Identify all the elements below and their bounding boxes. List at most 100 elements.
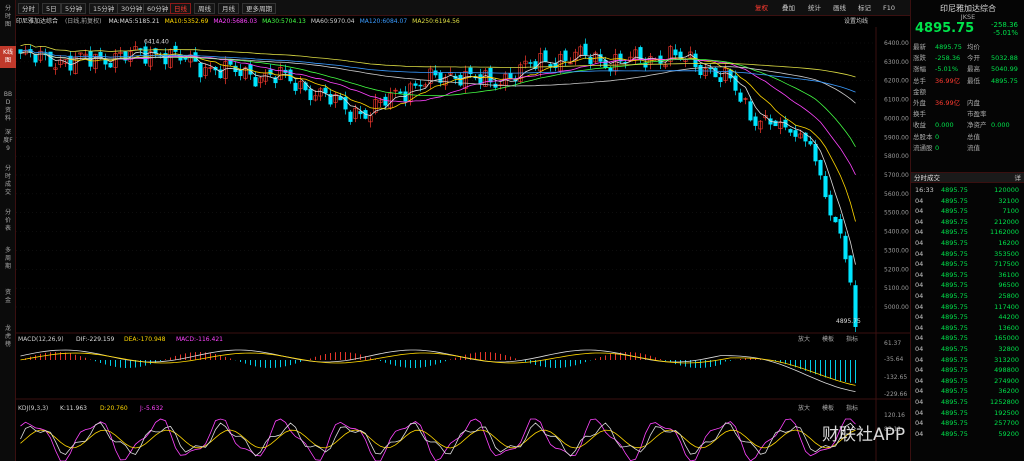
toolbar-button[interactable]: 5日 xyxy=(42,3,61,14)
ma-label: MA250:6194.56 xyxy=(412,18,460,25)
toolbar-button[interactable]: 周线 xyxy=(194,3,215,14)
macd-axis-label: -132.65 xyxy=(884,374,907,381)
trade-row: 04 4895.75 13600 xyxy=(911,323,1024,334)
chart-subtitle: (日线,前复权) xyxy=(64,18,102,25)
price-axis-label: 6400.00 xyxy=(884,40,909,47)
toolbar-button[interactable]: 60分钟 xyxy=(143,3,173,14)
candle-body xyxy=(173,45,178,52)
chart-svg[interactable]: 6400.00 6300.00 6200.00 6100.00 6000.00 5900.… xyxy=(16,27,910,461)
candle-body xyxy=(838,219,843,234)
trade-price: 4895.75 xyxy=(941,408,968,417)
trade-list[interactable]: 16:33 4895.75 120000 04 4895.75 32100 04 4895.7… xyxy=(911,185,1024,461)
toolbar-right-button[interactable]: 统计 xyxy=(808,3,821,14)
trade-volume: 717500 xyxy=(994,260,1019,269)
trade-price: 4895.75 xyxy=(941,249,968,258)
trade-row: 04 4895.75 32800 xyxy=(911,344,1024,355)
kdj-label: K:11.963 xyxy=(60,405,87,412)
sidebar-item[interactable]: 分时成交 xyxy=(0,162,16,196)
kdj-panel-button: 放大 xyxy=(798,404,810,412)
quote-label: 最低 xyxy=(967,76,980,85)
trade-time: 04 xyxy=(915,323,924,332)
trade-row: 04 4895.75 36200 xyxy=(911,386,1024,397)
sidebar-item[interactable]: 资金 xyxy=(0,286,16,304)
sidebar-item[interactable]: 分价表 xyxy=(0,206,16,232)
candle-body xyxy=(418,84,423,87)
toolbar-button[interactable]: 5分钟 xyxy=(61,3,87,14)
trade-volume: 13600 xyxy=(998,323,1019,332)
candle-body xyxy=(488,67,493,83)
candle-body xyxy=(308,88,313,101)
ma-settings-button[interactable]: 设置均线 xyxy=(844,17,868,27)
quote-value: -5.01% xyxy=(935,65,958,74)
candle-body xyxy=(828,194,833,216)
left-sidebar: 分时图 K线图 BBD资料深度F9 分时成交分价表多周期资金龙虎榜 xyxy=(0,0,16,461)
candle-body xyxy=(748,101,753,121)
candle-body xyxy=(108,62,113,68)
trade-volume: 498800 xyxy=(994,366,1019,375)
candle-body xyxy=(433,70,438,76)
last-price-label: 4895.75 xyxy=(836,318,861,325)
trade-row: 04 4895.75 717500 xyxy=(911,259,1024,270)
trade-time: 04 xyxy=(915,376,924,385)
ma-label-list: MA:MA5:5185.21 MA10:5352.69 MA20:5686.03 MA… xyxy=(108,18,464,25)
quote-row: 金额 xyxy=(913,87,1023,98)
trade-row: 04 4895.75 44200 xyxy=(911,312,1024,323)
macd-panel-button: 放大 xyxy=(798,335,810,343)
sidebar-item[interactable]: BBD资料 xyxy=(0,88,16,122)
trade-volume: 353500 xyxy=(994,249,1019,258)
trade-volume: 313200 xyxy=(994,355,1019,364)
quote-panel: 印尼雅加达综合 JKSE 4895.75 -258.36 -5.01% 最新 489… xyxy=(910,0,1024,461)
quote-label: 总股本 xyxy=(913,132,933,141)
trade-price: 4895.75 xyxy=(941,217,968,226)
sidebar-item[interactable]: 多周期 xyxy=(0,244,16,272)
trade-row: 04 4895.75 192500 xyxy=(911,408,1024,419)
sidebar-item[interactable]: 龙虎榜 xyxy=(0,322,16,352)
kdj-axis-label: 120.16 xyxy=(884,412,905,419)
trade-price: 4895.75 xyxy=(941,313,968,322)
price-axis-label: 5600.00 xyxy=(884,191,909,198)
toolbar-right-button[interactable]: 画线 xyxy=(833,3,846,14)
trade-row: 04 4895.75 165000 xyxy=(911,333,1024,344)
chart-title: 印尼雅加达综合 xyxy=(16,18,59,25)
toolbar-button[interactable]: 15分钟 xyxy=(89,3,119,14)
trade-detail-button[interactable]: 详 xyxy=(1015,173,1022,183)
panel-change: -258.36 -5.01% xyxy=(991,21,1018,37)
sidebar-item[interactable]: 深度F9 xyxy=(0,126,16,152)
trade-row: 04 4895.75 32100 xyxy=(911,196,1024,207)
quote-label: 今开 xyxy=(967,54,980,63)
macd-panel-button: 模板 xyxy=(822,335,834,343)
trade-time: 04 xyxy=(915,429,924,438)
trade-row: 04 4895.75 212000 xyxy=(911,217,1024,228)
candle-body xyxy=(508,73,513,79)
trade-time: 04 xyxy=(915,196,924,205)
candle-body xyxy=(843,235,848,260)
sidebar-item[interactable]: 分时图 xyxy=(0,2,16,30)
toolbar-button[interactable]: 分时 xyxy=(18,3,39,14)
candle-body xyxy=(293,82,298,91)
trade-row: 04 4895.75 7100 xyxy=(911,206,1024,217)
quote-value: 0 xyxy=(935,143,940,152)
toolbar-right-button[interactable]: 叠加 xyxy=(782,3,795,14)
toolbar-right-button[interactable]: F10 xyxy=(883,3,895,14)
candle-body xyxy=(563,50,568,61)
quote-row: 最新 4895.75 均价 xyxy=(913,42,1023,53)
trade-row: 04 4895.75 257700 xyxy=(911,418,1024,429)
quote-value: 5040.99 xyxy=(991,65,1018,74)
candle-body xyxy=(398,91,403,94)
trade-volume: 59200 xyxy=(998,429,1019,438)
toolbar-right-button[interactable]: 标记 xyxy=(858,3,871,14)
quote-value: 4895.75 xyxy=(991,76,1018,85)
toolbar-right-button[interactable]: 复权 xyxy=(755,3,768,14)
candle-body xyxy=(253,77,258,87)
trade-price: 4895.75 xyxy=(941,387,968,396)
toolbar-button[interactable]: 更多周期 xyxy=(242,3,276,14)
toolbar-button[interactable]: 30分钟 xyxy=(117,3,147,14)
panel-price: 4895.75 xyxy=(915,21,975,36)
sidebar-item[interactable]: K线图 xyxy=(0,46,16,68)
quote-value: 0 xyxy=(935,132,940,141)
trade-time: 04 xyxy=(915,270,924,279)
toolbar-button[interactable]: 月线 xyxy=(218,3,239,14)
toolbar-button[interactable]: 日线 xyxy=(170,3,191,14)
quote-label: 流值 xyxy=(967,143,980,152)
main-chart-area[interactable]: 6400.00 6300.00 6200.00 6100.00 6000.00 5900.… xyxy=(16,27,910,461)
